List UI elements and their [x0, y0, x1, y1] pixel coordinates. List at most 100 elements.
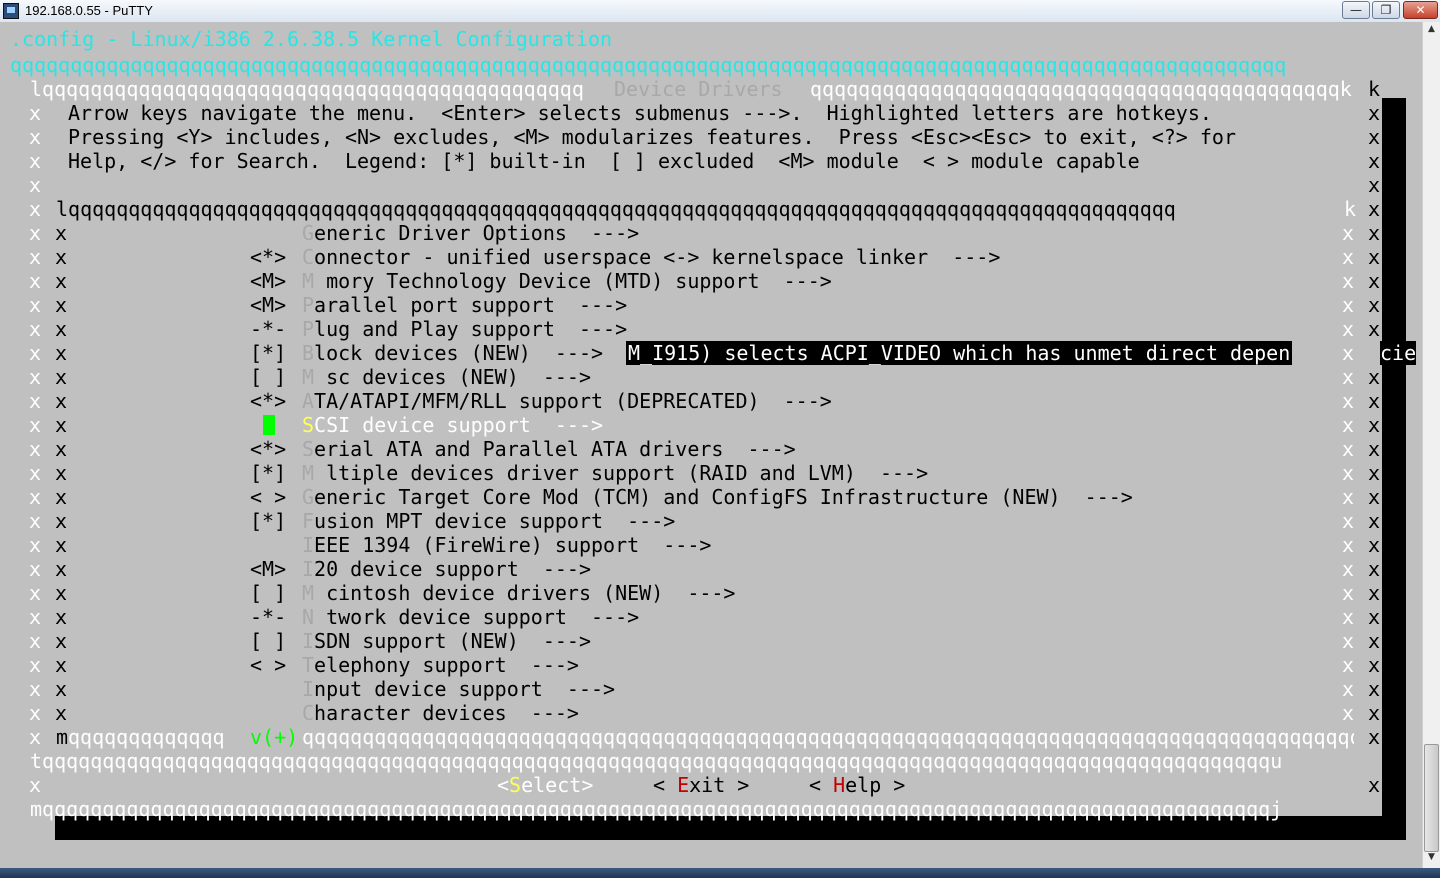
dialog-border-right: x — [1368, 221, 1381, 245]
dialog-border-right: x — [1368, 365, 1381, 389]
scroll-up-arrow-icon[interactable]: ▲ — [1425, 24, 1438, 38]
dialog-border-left: x — [29, 293, 42, 317]
terminal-screen[interactable]: .config - Linux/i386 2.6.38.5 Kernel Con… — [0, 22, 1422, 868]
dialog-border-left: x — [29, 509, 42, 533]
menu-item-label: eneric Driver Options ---> — [302, 221, 640, 245]
exit-button[interactable]: < Exit > — [653, 773, 749, 797]
select-button-label: elect — [521, 773, 582, 797]
menu-border-right: x — [1342, 413, 1355, 437]
menu-border-right: x — [1342, 293, 1355, 317]
dialog-border-left: x — [29, 125, 42, 149]
dialog-border-left: x — [29, 101, 42, 125]
help-line-2: Pressing <Y> includes, <N> excludes, <M>… — [68, 125, 1236, 149]
minimize-button[interactable]: — — [1342, 1, 1370, 19]
menu-bottom-left-corner: m — [56, 725, 69, 749]
dialog-border-left: x — [29, 365, 42, 389]
dialog-border-right: x — [1368, 413, 1381, 437]
menu-item-state: <*> — [250, 437, 287, 461]
taskbar-strip — [0, 868, 1440, 878]
dialog-border-left: x — [29, 581, 42, 605]
menu-border-left: x — [55, 245, 68, 269]
button-separator: tqqqqqqqqqqqqqqqqqqqqqqqqqqqqqqqqqqqqqqq… — [30, 749, 1283, 773]
maximize-button[interactable]: ❐ — [1372, 1, 1400, 19]
dialog-border-right: x — [1368, 317, 1381, 341]
dialog-border-right: x — [1368, 701, 1381, 725]
dialog-border-left: x — [29, 389, 42, 413]
dialog-border-right: x — [1368, 269, 1381, 293]
menu-bottom-border-right: qqqqqqqqqqqqqqqqqqqqqqqqqqqqqqqqqqqqqqqq… — [302, 725, 1354, 749]
menu-border-right: x — [1342, 581, 1355, 605]
dialog-border-right: x — [1368, 533, 1381, 557]
dialog-border-right: x — [1368, 509, 1381, 533]
menu-border-left: x — [55, 677, 68, 701]
menu-border-right: x — [1342, 509, 1355, 533]
dialog-border-right: x — [1368, 149, 1381, 173]
dialog-border-right: x — [1368, 197, 1381, 221]
menu-item-state: [ ] — [250, 365, 287, 389]
dialog-border-right: x — [1368, 605, 1381, 629]
menu-border-right: x — [1342, 629, 1355, 653]
dialog-border-left: x — [29, 557, 42, 581]
config-title: .config - Linux/i386 2.6.38.5 Kernel Con… — [10, 27, 613, 51]
menu-item-label: mory Technology Device (MTD) support ---… — [302, 269, 832, 293]
help-line-3: Help, </> for Search. Legend: [*] built-… — [68, 149, 1140, 173]
menu-border-left: x — [55, 341, 68, 365]
close-button[interactable]: ✕ — [1403, 1, 1438, 19]
menu-item-state: [ ] — [250, 581, 287, 605]
help-line-1: Arrow keys navigate the menu. <Enter> se… — [68, 101, 1212, 125]
exit-button-label: xit — [689, 773, 726, 797]
dialog-border-right: x — [1368, 437, 1381, 461]
dialog-border-left: x — [29, 173, 42, 197]
header-separator: qqqqqqqqqqqqqqqqqqqqqqqqqqqqqqqqqqqqqqqq… — [10, 53, 1287, 77]
dialog-border-left: x — [29, 197, 42, 221]
dialog-border-right: x — [1368, 461, 1381, 485]
dialog-border-left: x — [29, 269, 42, 293]
menu-item-state: -*- — [250, 605, 287, 629]
menu-top-border: lqqqqqqqqqqqqqqqqqqqqqqqqqqqqqqqqqqqqqqq… — [56, 197, 1176, 221]
dialog-border-left: x — [29, 773, 42, 797]
select-button-open: < — [497, 773, 510, 797]
menu-item-label: twork device support ---> — [302, 605, 640, 629]
menu-item-state: <M> — [250, 557, 287, 581]
window-title: 192.168.0.55 - PuTTY — [25, 3, 153, 18]
dialog-border-right: x — [1368, 629, 1381, 653]
dialog-border-left: x — [29, 317, 42, 341]
putty-icon[interactable] — [3, 3, 19, 19]
dialog-top-right-corner: k — [1368, 77, 1381, 101]
select-button[interactable]: <Select> — [497, 773, 593, 797]
menu-item-state: <M> — [250, 293, 287, 317]
dialog-border-left: x — [29, 221, 42, 245]
scrollbar-thumb[interactable] — [1424, 744, 1439, 852]
dialog-border-left: x — [29, 413, 42, 437]
menu-item-state: -*- — [250, 317, 287, 341]
menu-border-right: x — [1342, 605, 1355, 629]
window-title-bar[interactable]: 192.168.0.55 - PuTTY — ❐ ✕ — [0, 0, 1440, 23]
dialog-border-left: x — [29, 629, 42, 653]
dialog-top-border-right: qqqqqqqqqqqqqqqqqqqqqqqqqqqqqqqqqqqqqqqq… — [810, 77, 1352, 101]
menu-border-left: x — [55, 269, 68, 293]
menu-border-right: x — [1342, 437, 1355, 461]
menu-top-right-corner: k — [1344, 197, 1357, 221]
help-button-open: < — [809, 773, 834, 797]
exit-button-open: < — [653, 773, 678, 797]
menu-border-right: x — [1342, 701, 1355, 725]
menu-border-right: x — [1342, 485, 1355, 509]
dialog-border-right: x — [1368, 773, 1381, 797]
scroll-down-arrow-icon[interactable]: ▼ — [1425, 852, 1438, 866]
menu-border-right: x — [1342, 221, 1355, 245]
menu-border-right: x — [1342, 677, 1355, 701]
exit-button-hotkey: E — [677, 773, 690, 797]
menu-item-state: <*> — [250, 389, 287, 413]
menu-item-label: erial ATA and Parallel ATA drivers ---> — [302, 437, 796, 461]
help-button[interactable]: < Help > — [809, 773, 905, 797]
menu-item-label: lug and Play support ---> — [302, 317, 628, 341]
menu-border-left: x — [55, 317, 68, 341]
menu-border-left: x — [55, 581, 68, 605]
menu-item-label: TA/ATAPI/MFM/RLL support (DEPRECATED) --… — [302, 389, 832, 413]
menu-border-left: x — [55, 365, 68, 389]
vertical-scrollbar[interactable]: ▲ ▼ — [1422, 22, 1440, 868]
help-button-close: > — [881, 773, 906, 797]
menu-border-right: x — [1342, 557, 1355, 581]
dialog-border-right: x — [1368, 677, 1381, 701]
menu-border-left: x — [55, 509, 68, 533]
